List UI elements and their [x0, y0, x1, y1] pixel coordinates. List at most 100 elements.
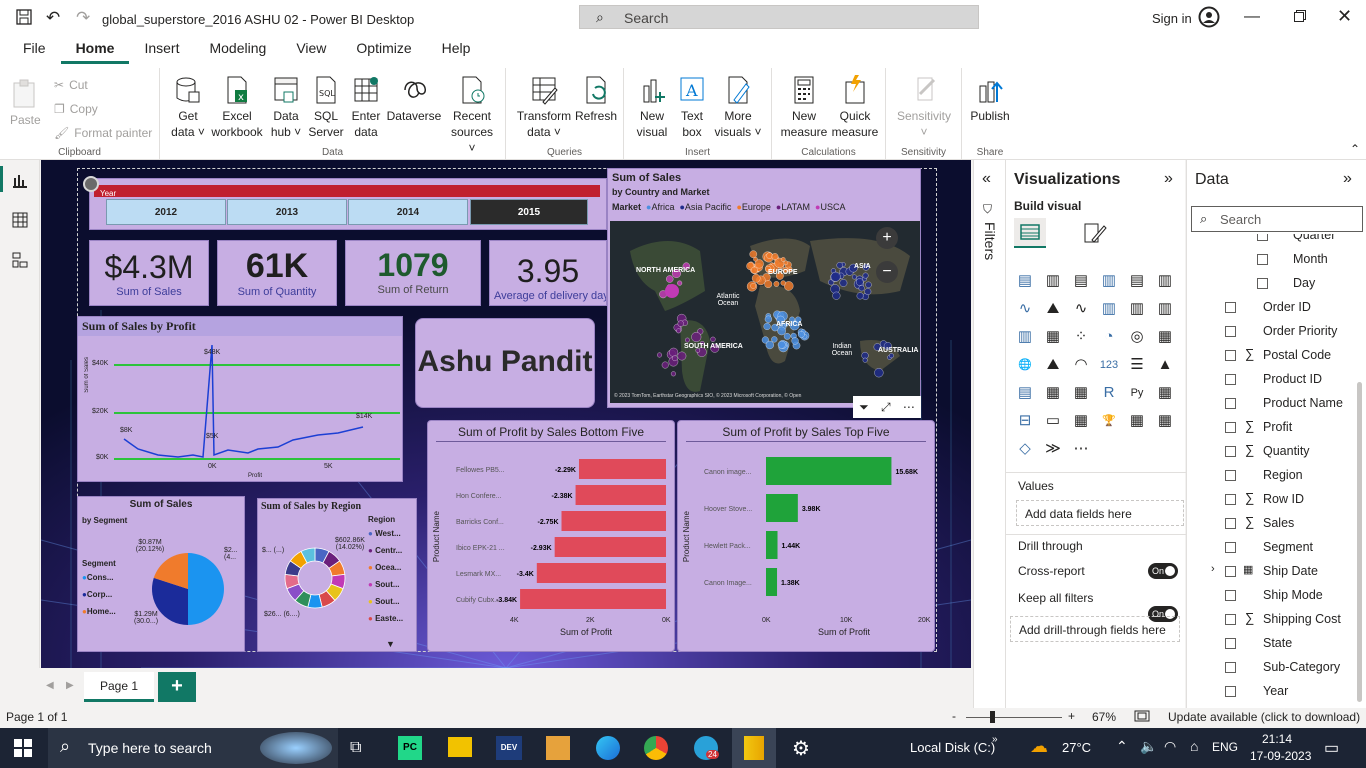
undo-icon[interactable]: ↶ — [46, 8, 60, 28]
fit-page-icon[interactable] — [1134, 710, 1150, 725]
new-visual-button[interactable]: New visual — [632, 74, 672, 140]
wifi-icon[interactable]: ◠ — [1164, 738, 1176, 755]
scroll-down-icon[interactable]: ▼ — [386, 639, 395, 649]
search-box[interactable]: ⌕ Search — [579, 5, 979, 29]
treemap-icon[interactable]: ▦ — [1154, 326, 1176, 348]
text-box-button[interactable]: A Text box — [674, 74, 710, 140]
field-row-ship-mode[interactable]: Ship Mode — [1187, 584, 1357, 606]
settings-gear-icon[interactable]: ⚙ — [792, 736, 810, 761]
decomposition-tree-icon[interactable]: ⊟ — [1014, 410, 1036, 432]
local-disk-label[interactable]: Local Disk (C:) — [910, 740, 995, 755]
quick-measure-button[interactable]: Quick measure — [830, 74, 880, 140]
filled-map-icon[interactable]: ⛰ — [1042, 354, 1064, 376]
expand-chevron-icon[interactable]: › — [1211, 563, 1215, 575]
pycharm-icon[interactable]: PC — [398, 736, 422, 760]
tab-view[interactable]: View — [281, 40, 341, 64]
redo-icon[interactable]: ↷ — [76, 8, 90, 28]
field-row-row-id[interactable]: ∑ Row ID — [1187, 488, 1357, 510]
kpi-card-delivery[interactable]: 3.95 Average of delivery day — [489, 240, 607, 306]
gauge-icon[interactable]: ◠ — [1070, 354, 1092, 376]
clustered-bar-chart-icon[interactable]: ▤ — [1070, 270, 1092, 292]
line-chart-visual[interactable]: Sum of Sales by Profit Sum of Sales $40K… — [77, 316, 403, 482]
more-visuals-icon[interactable]: ⋯ — [1070, 438, 1092, 460]
publish-button[interactable]: Publish — [968, 74, 1012, 124]
year-slicer[interactable]: Year 2012 2013 2014 2015 — [89, 178, 607, 230]
dev-app-icon[interactable]: DEV — [496, 736, 522, 760]
excel-workbook-button[interactable]: x Excel workbook — [208, 74, 266, 140]
tray-expand-icon[interactable]: ⌃ — [1116, 738, 1128, 755]
field-row-postal-code[interactable]: ∑ Postal Code — [1187, 344, 1357, 366]
scatter-chart-icon[interactable]: ⁘ — [1070, 326, 1092, 348]
field-checkbox[interactable] — [1225, 614, 1236, 625]
field-checkbox[interactable] — [1257, 234, 1268, 241]
task-view-icon[interactable]: ⧉ — [350, 739, 361, 757]
drill-through-drop-well[interactable]: Add drill-through fields here — [1010, 616, 1180, 642]
format-visual-icon[interactable] — [1082, 220, 1108, 249]
field-row-ship-date[interactable]: › ▦ Ship Date — [1187, 560, 1357, 582]
matrix-icon[interactable]: ▦ — [1070, 382, 1092, 404]
field-row-product-name[interactable]: Product Name — [1187, 392, 1357, 414]
format-painter-button[interactable]: 🖌 Format painter — [54, 126, 152, 140]
field-row-month[interactable]: Month — [1187, 248, 1357, 270]
network-icon[interactable]: ⌂ — [1190, 738, 1198, 754]
sign-in-link[interactable]: Sign in — [1152, 11, 1192, 26]
tab-insert[interactable]: Insert — [129, 40, 194, 64]
disk-chevron-icon[interactable]: » — [992, 734, 998, 745]
build-visual-tab[interactable] — [1014, 218, 1046, 248]
model-view-icon[interactable] — [12, 252, 28, 271]
field-checkbox[interactable] — [1225, 494, 1236, 505]
collapse-data-icon[interactable]: » — [1343, 170, 1352, 188]
prev-page-icon[interactable]: ◀ — [46, 680, 54, 691]
tab-optimize[interactable]: Optimize — [341, 40, 426, 64]
restore-icon[interactable] — [1294, 10, 1306, 25]
cross-report-toggle[interactable]: On — [1148, 563, 1178, 579]
page-tab-1[interactable]: Page 1 — [84, 672, 154, 702]
field-checkbox[interactable] — [1225, 302, 1236, 313]
clock-date[interactable]: 17-09-2023 — [1250, 749, 1311, 763]
year-2014-button[interactable]: 2014 — [348, 199, 468, 225]
zoom-slider[interactable] — [966, 717, 1062, 718]
data-hub-button[interactable]: Data hub ˅ — [266, 74, 306, 140]
kpi-icon[interactable]: ▲ — [1154, 354, 1176, 376]
map-zoom-in-icon[interactable]: + — [876, 227, 898, 249]
tools-app-icon[interactable] — [546, 736, 570, 760]
field-row-product-id[interactable]: Product ID — [1187, 368, 1357, 390]
collapse-ribbon-icon[interactable]: ⌃ — [1350, 142, 1360, 156]
file-explorer-icon[interactable] — [448, 737, 472, 757]
tab-home[interactable]: Home — [60, 40, 130, 64]
field-checkbox[interactable] — [1225, 542, 1236, 553]
field-row-year[interactable]: Year — [1187, 680, 1357, 702]
table-icon[interactable]: ▦ — [1042, 382, 1064, 404]
bottom-five-bar-chart[interactable]: Sum of Profit by Sales Bottom Five Produ… — [427, 420, 675, 652]
line-clustered-column-icon[interactable]: ▥ — [1126, 298, 1148, 320]
field-checkbox[interactable] — [1225, 518, 1236, 529]
paginated-report-icon[interactable]: ▦ — [1126, 410, 1148, 432]
refresh-button[interactable]: Refresh — [572, 74, 620, 124]
100-column-chart-icon[interactable]: ▥ — [1154, 270, 1176, 292]
slicer-clear-icon[interactable] — [83, 176, 99, 192]
field-row-day[interactable]: Day — [1187, 272, 1357, 294]
custom-visual-icon[interactable]: ≫ — [1042, 438, 1064, 460]
field-row-profit[interactable]: ∑ Profit — [1187, 416, 1357, 438]
windows-start-icon[interactable] — [14, 739, 32, 760]
stacked-bar-chart-icon[interactable]: ▤ — [1014, 270, 1036, 292]
field-row-shipping-cost[interactable]: ∑ Shipping Cost — [1187, 608, 1357, 630]
tab-help[interactable]: Help — [427, 40, 486, 64]
volume-icon[interactable]: 🔈 — [1140, 738, 1157, 755]
copy-button[interactable]: ❐ Copy — [54, 102, 98, 116]
powerbi-taskbar-button[interactable] — [732, 728, 776, 768]
power-automate-icon[interactable]: ◇ — [1014, 438, 1036, 460]
collapse-viz-icon[interactable]: » — [1164, 170, 1173, 188]
more-options-icon[interactable]: ⋯ — [903, 400, 915, 414]
field-row-region[interactable]: Region — [1187, 464, 1357, 486]
enter-data-button[interactable]: Enter data — [346, 74, 386, 140]
field-checkbox[interactable] — [1225, 686, 1236, 697]
metrics-icon[interactable]: 🏆 — [1098, 410, 1120, 432]
report-view-icon[interactable] — [12, 172, 28, 191]
account-icon[interactable] — [1198, 6, 1220, 31]
clock-time[interactable]: 21:14 — [1262, 732, 1292, 746]
sensitivity-button[interactable]: Sensitivity ˅ — [894, 74, 954, 140]
field-checkbox[interactable] — [1225, 350, 1236, 361]
get-data-button[interactable]: Get data ˅ — [168, 74, 208, 140]
update-available-link[interactable]: Update available (click to download) — [1168, 710, 1360, 724]
